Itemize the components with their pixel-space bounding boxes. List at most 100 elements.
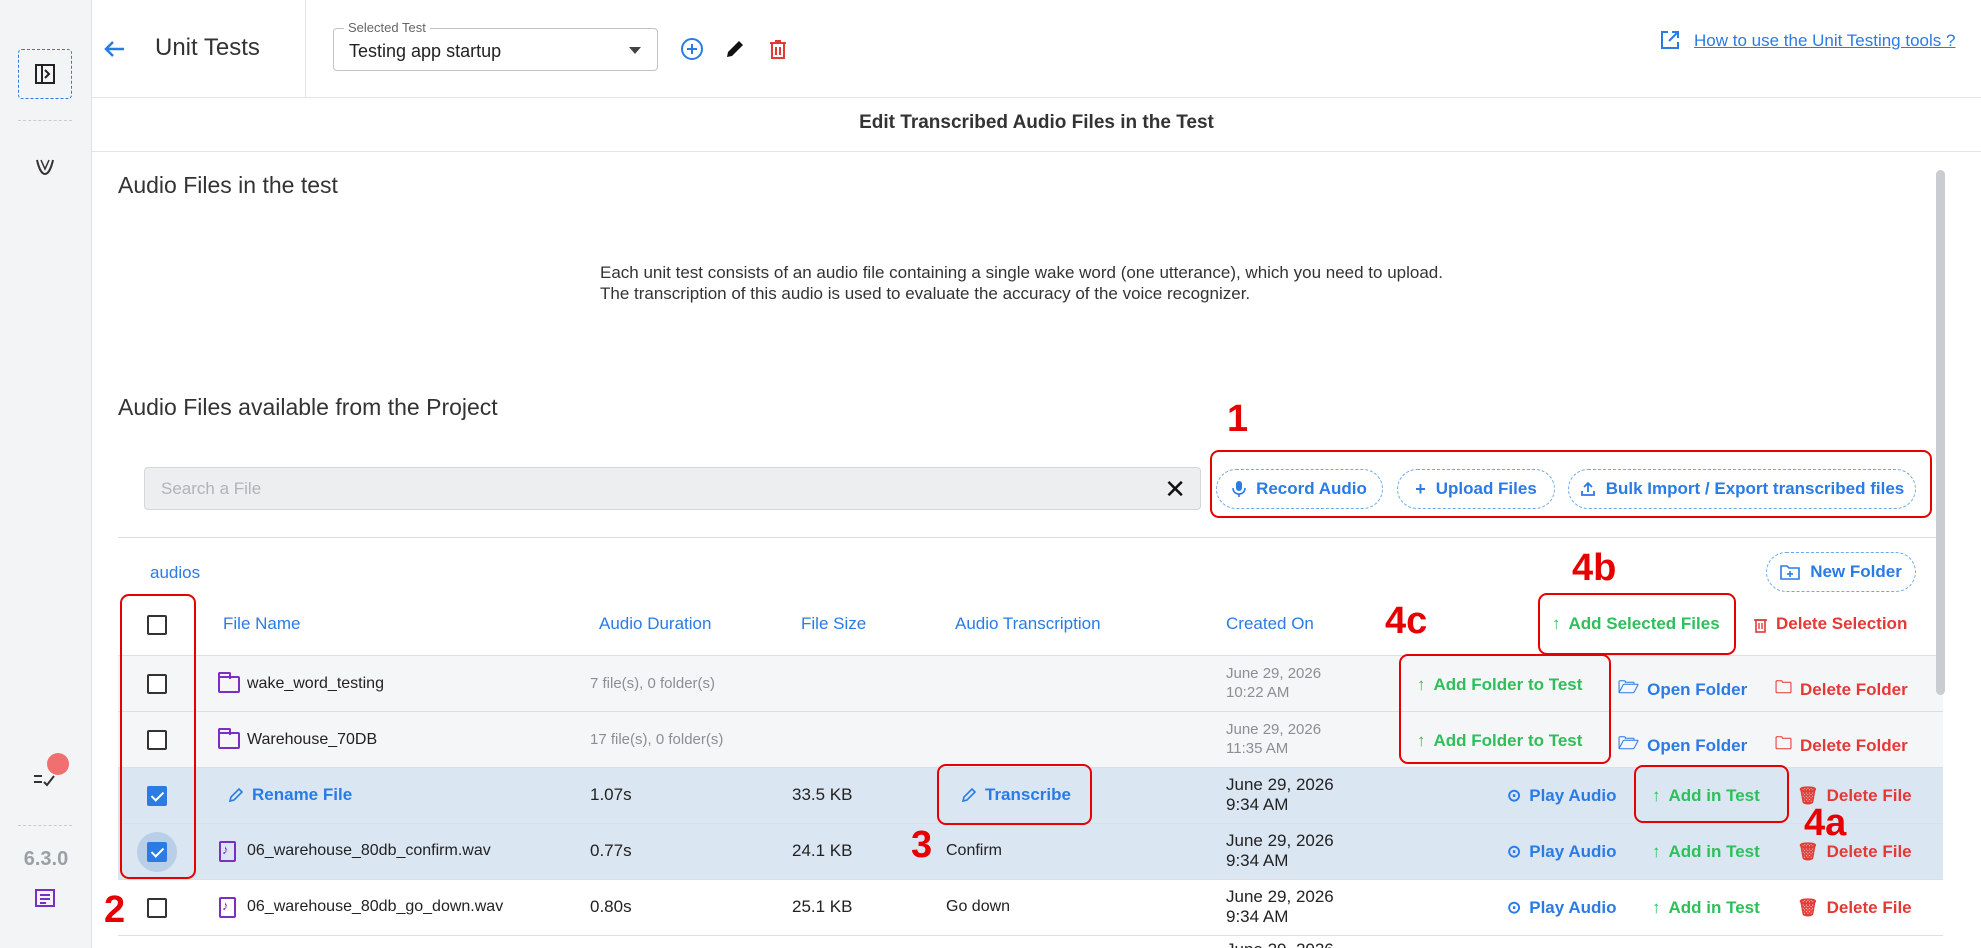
- time-text: 9:34 AM: [1226, 851, 1289, 870]
- clear-search-icon[interactable]: ✕: [1164, 476, 1186, 502]
- delete-file-button[interactable]: 🗑 Delete File: [1797, 898, 1912, 918]
- available-files-heading: Audio Files available from the Project: [118, 394, 498, 420]
- help-link[interactable]: How to use the Unit Testing tools ?: [1694, 31, 1955, 51]
- date-text: June 29, 2026: [1226, 665, 1322, 682]
- delete-folder-button[interactable]: 🗀 Delete Folder: [1775, 731, 1908, 760]
- delete-selection-label: Delete Selection: [1776, 614, 1908, 633]
- breadcrumb[interactable]: audios: [150, 563, 200, 583]
- play-audio-button[interactable]: ⊙ Play Audio: [1507, 842, 1616, 862]
- add-in-test-button[interactable]: ↑ Add in Test: [1652, 898, 1760, 918]
- column-header-duration[interactable]: Audio Duration: [599, 614, 711, 634]
- add-test-button[interactable]: [677, 34, 707, 64]
- app-version: 6.3.0: [23, 848, 69, 870]
- annotation-box: [1210, 450, 1932, 518]
- date-text: June 29, 2026: [1226, 887, 1334, 906]
- arrow-up-icon: ↑: [1652, 842, 1661, 861]
- open-folder-icon: 🗁: [1618, 734, 1640, 753]
- add-in-test-button[interactable]: ↑ Add in Test: [1652, 842, 1760, 862]
- search-file-field[interactable]: ✕: [144, 467, 1201, 510]
- dropdown-label: Selected Test: [344, 20, 430, 35]
- column-header-transcription[interactable]: Audio Transcription: [955, 614, 1101, 634]
- app-logo-icon[interactable]: [25, 147, 65, 187]
- new-folder-button[interactable]: New Folder: [1766, 552, 1916, 592]
- external-link-icon[interactable]: [1658, 28, 1684, 54]
- play-audio-label: Play Audio: [1529, 898, 1617, 917]
- release-notes-icon[interactable]: [25, 878, 65, 918]
- column-header-file-name[interactable]: File Name: [223, 614, 300, 634]
- scrollbar[interactable]: [1936, 170, 1945, 695]
- audio-in-test-description: Each unit test consists of an audio file…: [600, 262, 1443, 304]
- section-subheader: Edit Transcribed Audio Files in the Test: [92, 98, 1981, 152]
- play-circle-icon: ⊙: [1507, 842, 1522, 861]
- audio-duration: 1.07s: [590, 785, 632, 804]
- annotation-number: 4c: [1385, 600, 1428, 642]
- folder-name[interactable]: wake_word_testing: [247, 675, 384, 693]
- play-audio-button[interactable]: ⊙ Play Audio: [1507, 786, 1616, 806]
- delete-selection-button[interactable]: Delete Selection: [1753, 614, 1907, 634]
- new-folder-icon: [1780, 565, 1800, 580]
- annotation-number: 4b: [1572, 547, 1617, 589]
- file-size: 25.1 KB: [792, 897, 853, 916]
- search-input[interactable]: [161, 477, 1121, 501]
- page-title: Unit Tests: [155, 34, 260, 61]
- open-folder-label: Open Folder: [1647, 679, 1748, 699]
- column-header-size[interactable]: File Size: [801, 614, 866, 634]
- delete-file-button[interactable]: 🗑 Delete File: [1797, 842, 1912, 862]
- time-text: 9:34 AM: [1226, 795, 1289, 814]
- play-audio-label: Play Audio: [1529, 786, 1617, 805]
- open-folder-button[interactable]: 🗁 Open Folder: [1618, 731, 1747, 760]
- annotation-box: [1538, 593, 1736, 655]
- folder-name[interactable]: Warehouse_70DB: [247, 731, 377, 749]
- rename-file-button[interactable]: Rename File: [228, 785, 352, 805]
- trash-icon: 🗑: [1797, 898, 1819, 917]
- divider: [118, 537, 1943, 538]
- annotation-number: 4a: [1804, 802, 1847, 844]
- delete-test-button[interactable]: [763, 34, 793, 64]
- created-date: June 29, 2026 11:35 AM: [1226, 720, 1321, 758]
- open-folder-button[interactable]: 🗁 Open Folder: [1618, 675, 1747, 704]
- trash-icon: [770, 40, 786, 59]
- time-text: 10:22 AM: [1226, 684, 1290, 701]
- rail-divider: [18, 120, 72, 121]
- delete-folder-icon: 🗀: [1775, 678, 1792, 697]
- rail-divider: [18, 825, 72, 826]
- play-audio-button[interactable]: ⊙ Play Audio: [1507, 898, 1616, 918]
- file-name[interactable]: 06_warehouse_80db_go_down.wav: [247, 898, 503, 916]
- left-rail: 6.3.0: [0, 0, 92, 948]
- partial-row-date: June 29, 2026: [1226, 940, 1334, 948]
- delete-folder-label: Delete Folder: [1800, 679, 1908, 699]
- add-in-test-label: Add in Test: [1668, 898, 1760, 917]
- folder-icon: [218, 672, 240, 693]
- play-audio-label: Play Audio: [1529, 842, 1617, 861]
- file-name[interactable]: 06_warehouse_80db_confirm.wav: [247, 842, 491, 860]
- time-text: 11:35 AM: [1226, 740, 1289, 757]
- trash-icon: 🗑: [1797, 842, 1819, 861]
- file-size: 24.1 KB: [792, 841, 853, 860]
- sidebar-toggle-icon: [35, 64, 55, 84]
- play-circle-icon: ⊙: [1507, 786, 1522, 805]
- column-header-created[interactable]: Created On: [1226, 614, 1314, 634]
- open-folder-icon: 🗁: [1618, 678, 1640, 697]
- annotation-number: 3: [911, 824, 933, 866]
- folder-contents: 7 file(s), 0 folder(s): [590, 675, 716, 692]
- annotation-number: 1: [1227, 398, 1249, 440]
- created-date: June 29, 2026 10:22 AM: [1226, 664, 1321, 702]
- audio-file-icon: [219, 841, 236, 862]
- delete-folder-button[interactable]: 🗀 Delete Folder: [1775, 675, 1908, 704]
- description-line: The transcription of this audio is used …: [600, 284, 1251, 303]
- caret-down-icon: [629, 47, 641, 54]
- delete-file-label: Delete File: [1826, 842, 1912, 861]
- back-arrow-icon[interactable]: [100, 34, 130, 64]
- folder-contents: 17 file(s), 0 folder(s): [590, 731, 724, 748]
- audio-transcription: Go down: [946, 898, 1011, 915]
- toggle-sidebar-button[interactable]: [18, 49, 72, 99]
- file-size: 33.5 KB: [792, 785, 853, 804]
- date-text: June 29, 2026: [1226, 831, 1334, 850]
- rename-file-label: Rename File: [252, 785, 353, 804]
- edit-test-button[interactable]: [720, 34, 750, 64]
- notification-badge: [47, 753, 69, 775]
- selected-test-dropdown[interactable]: Selected Test Testing app startup: [333, 20, 658, 71]
- date-text: June 29, 2026: [1226, 775, 1334, 794]
- time-text: 9:34 AM: [1226, 907, 1289, 926]
- row-checkbox[interactable]: [147, 898, 167, 918]
